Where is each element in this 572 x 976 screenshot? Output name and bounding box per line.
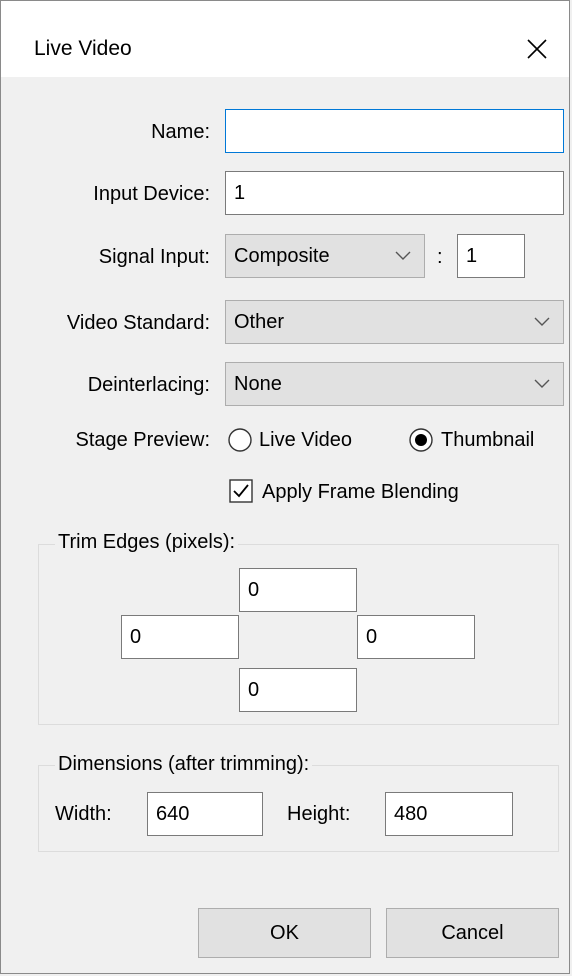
deinterlacing-select[interactable]: None [225, 362, 564, 406]
video-standard-label: Video Standard: [66, 312, 210, 334]
trim-top-input[interactable] [239, 568, 357, 612]
video-standard-select[interactable]: Other [225, 300, 564, 344]
ok-button[interactable]: OK [198, 908, 371, 958]
chevron-down-icon [394, 245, 412, 271]
window-title: Live Video [34, 37, 132, 60]
radio-live-video-label: Live Video [259, 429, 353, 451]
trim-bottom-input[interactable] [239, 668, 357, 712]
trim-right-input[interactable] [357, 615, 475, 659]
ok-button-label: OK [270, 921, 299, 944]
input-device-input[interactable] [225, 171, 564, 215]
width-input[interactable] [147, 792, 263, 836]
deinterlacing-label: Deinterlacing: [87, 374, 210, 396]
input-device-label: Input Device: [93, 183, 210, 205]
radio-thumbnail[interactable] [408, 427, 434, 453]
cancel-button-label: Cancel [441, 921, 504, 944]
deinterlacing-value: None [234, 373, 282, 395]
signal-input-label: Signal Input: [98, 246, 210, 268]
apply-frame-blending-checkbox[interactable] [229, 479, 253, 503]
cancel-button[interactable]: Cancel [386, 908, 559, 958]
signal-input-index-input[interactable] [457, 234, 525, 278]
video-standard-value: Other [234, 311, 285, 333]
dimensions-legend: Dimensions (after trimming): [55, 753, 313, 776]
name-label: Name: [151, 121, 210, 143]
radio-thumbnail-label: Thumbnail [441, 429, 535, 451]
title-bar: Live Video [1, 1, 569, 77]
signal-input-value: Composite [234, 245, 330, 267]
stage-preview-label: Stage Preview: [75, 429, 210, 451]
trim-edges-legend: Trim Edges (pixels): [55, 531, 239, 554]
radio-live-video[interactable] [227, 427, 253, 453]
signal-input-select[interactable]: Composite [225, 234, 425, 278]
close-icon [527, 39, 547, 59]
height-label: Height: [287, 803, 351, 825]
chevron-down-icon [533, 311, 551, 337]
name-input[interactable] [225, 109, 564, 153]
chevron-down-icon [533, 373, 551, 399]
trim-left-input[interactable] [121, 615, 239, 659]
height-input[interactable] [385, 792, 513, 836]
signal-input-separator: : [437, 246, 443, 268]
width-label: Width: [55, 803, 112, 825]
apply-frame-blending-label: Apply Frame Blending [262, 481, 459, 503]
live-video-dialog: Live Video Name: Input Device: Signal In… [0, 0, 570, 974]
close-button[interactable] [505, 21, 569, 77]
